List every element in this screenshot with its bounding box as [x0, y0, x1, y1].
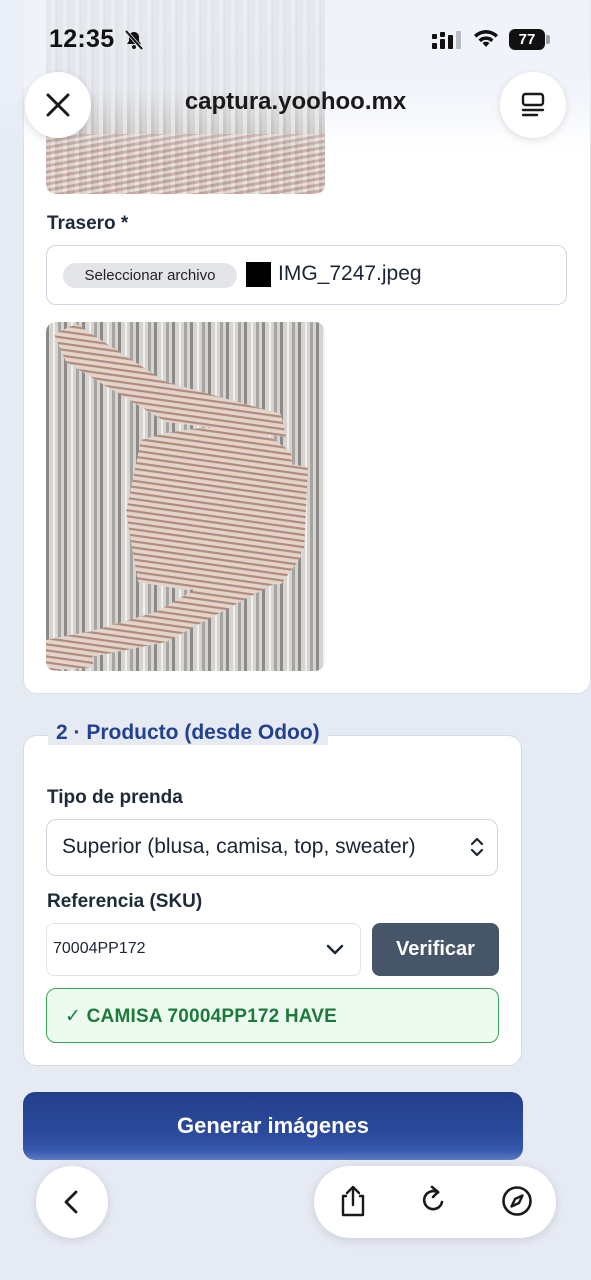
- status-time: 12:35: [49, 25, 115, 53]
- chevron-down-icon: [326, 944, 344, 955]
- back-button[interactable]: [36, 1166, 108, 1238]
- back-icon: [64, 1190, 78, 1214]
- wifi-icon: [474, 30, 498, 47]
- close-button[interactable]: [25, 72, 91, 138]
- compass-icon: [502, 1186, 532, 1216]
- sku-label: Referencia (SKU): [47, 891, 203, 912]
- share-button[interactable]: [333, 1181, 373, 1221]
- product-section-title: 2 · Producto (desde Odoo): [48, 721, 328, 745]
- reader-mode-button[interactable]: [500, 72, 566, 138]
- back-image-preview: [46, 322, 325, 671]
- garment-type-value: Superior (blusa, camisa, top, sweater): [62, 835, 416, 858]
- garment-type-label: Tipo de prenda: [47, 787, 183, 808]
- reload-icon: [422, 1185, 444, 1211]
- sku-value: 70004PP172: [53, 940, 146, 957]
- url-bar[interactable]: captura.yoohoo.mx: [140, 88, 451, 116]
- reader-mode-icon: [521, 92, 545, 117]
- close-icon: [46, 93, 70, 117]
- bell-slash-icon: [124, 29, 144, 51]
- verify-button[interactable]: Verificar: [372, 923, 499, 976]
- file-name: IMG_7247.jpeg: [278, 262, 422, 285]
- file-thumbnail: [246, 262, 271, 287]
- cellular-signal-icon: [432, 31, 461, 49]
- battery-icon: 77: [509, 29, 545, 50]
- chevron-up-down-icon: [470, 837, 484, 857]
- select-file-button[interactable]: Seleccionar archivo: [63, 263, 237, 288]
- compass-button[interactable]: [497, 1181, 537, 1221]
- verification-message: ✓ CAMISA 70004PP172 HAVE: [65, 1006, 338, 1027]
- trasero-label: Trasero *: [47, 213, 129, 234]
- top-blur-overlay: [0, 0, 591, 150]
- share-icon: [341, 1185, 365, 1217]
- reload-button[interactable]: [413, 1181, 453, 1221]
- battery-cap: [546, 35, 550, 44]
